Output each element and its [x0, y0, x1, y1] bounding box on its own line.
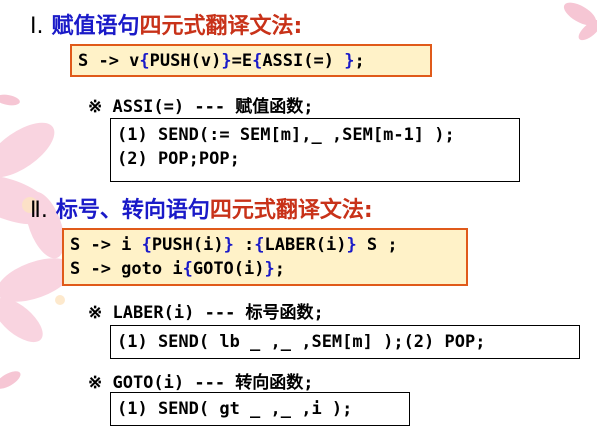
brace-open: { — [182, 259, 193, 279]
rule-text: S -> i — [70, 235, 142, 255]
rule-text: S ; — [356, 235, 398, 255]
section1-heading: Ⅰ. 赋值语句四元式翻译文法: — [30, 8, 302, 40]
rule-action: ASSI(=) — [262, 51, 345, 71]
rule-text: S -> v — [78, 51, 140, 71]
brace-open: { — [141, 235, 152, 255]
goto-function-box: (1) SEND( gt _ ,_ ,i ); — [110, 392, 410, 426]
goto-line: (1) SEND( gt _ ,_ ,i ); — [117, 399, 353, 419]
section1-title-blue: 赋值语句 — [51, 14, 140, 39]
section1-number: Ⅰ. — [30, 14, 44, 39]
rule-line-2: S -> goto i{GOTO(i)}; — [70, 257, 460, 281]
brace-close: } — [264, 259, 275, 279]
brace-close: } — [346, 235, 357, 255]
section2-title-red: 四元式翻译文法: — [209, 198, 373, 223]
rule-text: ; — [274, 259, 285, 279]
rule-text: S -> goto i — [70, 259, 183, 279]
brace-close: } — [221, 51, 232, 71]
rule-text: =E — [231, 51, 253, 71]
laber-function-box: (1) SEND( lb _ ,_ ,SEM[m] );(2) POP; — [110, 325, 580, 359]
rule-text: : — [233, 235, 255, 255]
rule-text: ; — [354, 51, 365, 71]
laber-note: ※ LABER(i) --- 标号函数; — [88, 303, 324, 323]
rule-action: GOTO(i) — [192, 259, 265, 279]
brace-open: { — [254, 235, 265, 255]
assi-line-2: (2) POP;POP; — [117, 149, 240, 169]
assi-note: ※ ASSI(=) --- 赋值函数; — [88, 97, 314, 117]
laber-line: (1) SEND( lb _ ,_ ,SEM[m] );(2) POP; — [117, 332, 486, 352]
brace-close: } — [223, 235, 234, 255]
rule-action: LABER(i) — [264, 235, 347, 255]
rule-line-1: S -> i {PUSH(i)} :{LABER(i)} S ; — [70, 233, 460, 257]
goto-note: ※ GOTO(i) --- 转向函数; — [88, 373, 314, 393]
assi-line-1: (1) SEND(:= SEM[m],_ ,SEM[m-1] ); — [117, 125, 455, 145]
section1-rule-box: S -> v{PUSH(v)}=E{ASSI(=) }; — [70, 44, 432, 77]
assi-function-box: (1) SEND(:= SEM[m],_ ,SEM[m-1] ); (2) PO… — [110, 118, 520, 182]
section2-rule-box: S -> i {PUSH(i)} :{LABER(i)} S ; S -> go… — [62, 228, 468, 286]
brace-close: } — [344, 51, 355, 71]
section2-heading: Ⅱ. 标号、转向语句四元式翻译文法: — [30, 192, 373, 224]
section1-title-red: 四元式翻译文法: — [139, 14, 303, 39]
brace-open: { — [139, 51, 150, 71]
rule-action: PUSH(i) — [151, 235, 224, 255]
section2-number: Ⅱ. — [30, 198, 48, 223]
rule-action: PUSH(v) — [149, 51, 222, 71]
section2-title-blue: 标号、转向语句 — [55, 198, 210, 223]
brace-open: { — [252, 51, 263, 71]
